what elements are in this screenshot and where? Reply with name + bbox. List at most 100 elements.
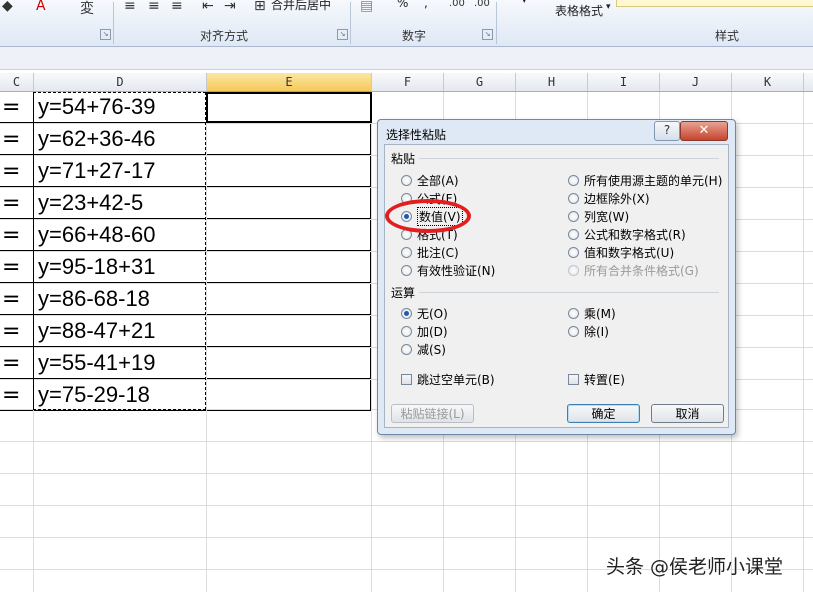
cell-c[interactable]: = bbox=[0, 220, 33, 251]
ribbon: ◆ A 変 ≡ ≡ ≡ ⇤ ⇥ ⊞ 合并后居中 对齐方式 ↘ ↘ ▤ % , .… bbox=[0, 0, 813, 47]
phonetic-icon[interactable]: 変 bbox=[80, 0, 94, 18]
paste-all-option[interactable]: 全部(A) bbox=[401, 172, 459, 188]
operation-section-label: 运算 bbox=[391, 286, 416, 300]
grid-line bbox=[0, 441, 813, 442]
fill-color-icon[interactable]: ◆ bbox=[2, 0, 13, 14]
radio-icon bbox=[568, 246, 579, 258]
operation-subtract-option[interactable]: 减(S) bbox=[401, 341, 446, 357]
dialog-body: 粘贴 全部(A) 公式(F) 数值(V) 格式(T) 批注(C) 有效性验证(N… bbox=[384, 144, 729, 428]
transpose-checkbox[interactable]: 转置(E) bbox=[568, 371, 625, 387]
paste-all-theme-option[interactable]: 所有使用源主题的单元(H) bbox=[568, 172, 722, 188]
increase-indent-icon[interactable]: ⇥ bbox=[224, 0, 236, 14]
cell-d[interactable]: y=75-29-18 bbox=[34, 380, 206, 411]
column-header-d[interactable]: D bbox=[34, 73, 207, 91]
cell-c[interactable]: = bbox=[0, 252, 33, 283]
align-right-icon[interactable]: ≡ bbox=[171, 0, 183, 14]
cell-c[interactable]: = bbox=[0, 380, 33, 411]
paste-values-numbers-option[interactable]: 值和数字格式(U) bbox=[568, 244, 674, 260]
cell-c[interactable]: = bbox=[0, 316, 33, 347]
column-headers: C D E F G H I J K bbox=[0, 73, 813, 92]
help-button[interactable]: ? bbox=[654, 121, 680, 141]
percent-button[interactable]: % bbox=[397, 0, 408, 10]
cell-d[interactable]: y=86-68-18 bbox=[34, 284, 206, 315]
operation-divide-option[interactable]: 除(I) bbox=[568, 323, 609, 339]
cancel-button[interactable]: 取消 bbox=[651, 404, 724, 423]
cell-d[interactable]: y=95-18+31 bbox=[34, 252, 206, 283]
ok-button[interactable]: 确定 bbox=[567, 404, 640, 423]
cell-e[interactable] bbox=[207, 348, 371, 379]
paste-formulas-numbers-option[interactable]: 公式和数字格式(R) bbox=[568, 226, 686, 242]
formula-bar-area bbox=[0, 47, 813, 70]
close-button[interactable]: ✕ bbox=[680, 121, 728, 141]
align-center-icon[interactable]: ≡ bbox=[148, 0, 160, 14]
column-header-j[interactable]: J bbox=[660, 73, 732, 91]
cell-d[interactable]: y=54+76-39 bbox=[34, 92, 206, 123]
column-header-g[interactable]: G bbox=[444, 73, 516, 91]
decrease-indent-icon[interactable]: ⇤ bbox=[202, 0, 214, 14]
column-header-h[interactable]: H bbox=[516, 73, 588, 91]
paste-no-borders-option[interactable]: 边框除外(X) bbox=[568, 190, 650, 206]
cell-e[interactable] bbox=[207, 380, 371, 411]
merge-center-button[interactable]: 合并后居中 bbox=[271, 0, 331, 13]
ribbon-separator bbox=[496, 2, 497, 44]
radio-icon bbox=[401, 174, 412, 186]
cell-d[interactable]: y=71+27-17 bbox=[34, 156, 206, 187]
cell-d[interactable]: y=88-47+21 bbox=[34, 316, 206, 347]
cell-e[interactable] bbox=[207, 220, 371, 251]
grid-line bbox=[0, 537, 813, 538]
grid-line bbox=[371, 92, 372, 592]
column-header-f[interactable]: F bbox=[372, 73, 444, 91]
number-group-label: 数字 bbox=[402, 29, 427, 43]
cell-d[interactable]: y=23+42-5 bbox=[34, 188, 206, 219]
cell-e[interactable] bbox=[207, 156, 371, 187]
active-cell[interactable] bbox=[206, 92, 372, 123]
font-color-icon[interactable]: A bbox=[36, 0, 46, 14]
operation-multiply-option[interactable]: 乘(M) bbox=[568, 305, 616, 321]
grid-line bbox=[0, 473, 813, 474]
cell-d[interactable]: y=62+36-46 bbox=[34, 124, 206, 155]
column-header-k[interactable]: K bbox=[732, 73, 804, 91]
cell-style-gallery[interactable] bbox=[616, 0, 813, 7]
number-dialog-launcher[interactable]: ↘ bbox=[482, 29, 493, 40]
comma-button[interactable]: , bbox=[424, 0, 428, 10]
paste-column-widths-option[interactable]: 列宽(W) bbox=[568, 208, 629, 224]
operation-add-option[interactable]: 加(D) bbox=[401, 323, 448, 339]
dropdown-arrow-icon[interactable]: ▾ bbox=[606, 2, 611, 12]
decrease-decimal-icon[interactable]: .00 bbox=[474, 0, 490, 9]
cell-d[interactable]: y=66+48-60 bbox=[34, 220, 206, 251]
align-left-icon[interactable]: ≡ bbox=[124, 0, 136, 14]
radio-icon bbox=[568, 325, 579, 337]
increase-decimal-icon[interactable]: .00 bbox=[449, 0, 465, 9]
cell-c[interactable]: = bbox=[0, 92, 33, 123]
cell-e[interactable] bbox=[207, 316, 371, 347]
operation-none-option[interactable]: 无(O) bbox=[401, 305, 448, 321]
cell-c[interactable]: = bbox=[0, 348, 33, 379]
alignment-dialog-launcher[interactable]: ↘ bbox=[337, 29, 348, 40]
paste-comments-option[interactable]: 批注(C) bbox=[401, 244, 459, 260]
cell-c[interactable]: = bbox=[0, 188, 33, 219]
font-dialog-launcher[interactable]: ↘ bbox=[100, 29, 111, 40]
checkbox-icon bbox=[568, 373, 579, 385]
cell-d[interactable]: y=55-41+19 bbox=[34, 348, 206, 379]
column-header-e[interactable]: E bbox=[207, 73, 372, 92]
dropdown-arrow-icon[interactable]: ▾ bbox=[522, 0, 527, 6]
cell-e[interactable] bbox=[207, 124, 371, 155]
merge-center-icon[interactable]: ⊞ bbox=[254, 0, 266, 14]
skip-blanks-checkbox[interactable]: 跳过空单元(B) bbox=[401, 371, 495, 387]
cell-e[interactable] bbox=[207, 188, 371, 219]
column-header-c[interactable]: C bbox=[0, 73, 34, 91]
paste-validation-option[interactable]: 有效性验证(N) bbox=[401, 262, 495, 278]
cell-c[interactable]: = bbox=[0, 124, 33, 155]
styles-group-label: 样式 bbox=[715, 29, 740, 43]
table-format-button[interactable]: 表格格式 bbox=[555, 2, 603, 19]
cell-e[interactable] bbox=[207, 284, 371, 315]
radio-icon bbox=[401, 325, 412, 337]
cell-c[interactable]: = bbox=[0, 284, 33, 315]
cell-c[interactable]: = bbox=[0, 156, 33, 187]
column-header-i[interactable]: I bbox=[588, 73, 660, 91]
radio-icon bbox=[568, 307, 579, 319]
currency-icon[interactable]: ▤ bbox=[360, 0, 373, 14]
cell-e[interactable] bbox=[207, 252, 371, 283]
radio-icon bbox=[401, 343, 412, 355]
watermark: 头条 @侯老师小课堂 bbox=[606, 556, 784, 578]
